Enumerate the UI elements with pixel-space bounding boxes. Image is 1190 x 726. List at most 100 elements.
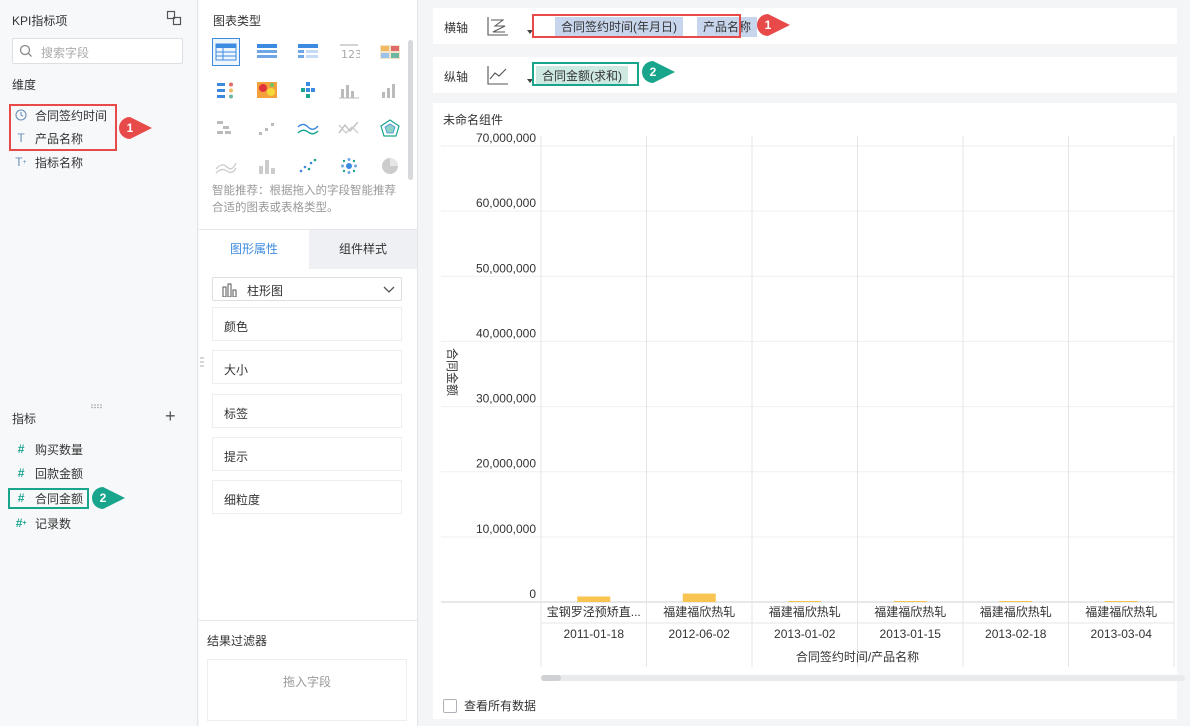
field-label: 产品名称 <box>35 131 84 146</box>
y-tick-label: 20,000,000 <box>476 457 536 471</box>
smart-recommend-hint: 智能推荐：根据拖入的字段智能推荐合适的图表或表格类型。 <box>212 185 396 214</box>
y-axis-title: 合同金额 <box>445 348 460 396</box>
chart-type-cross-table-icon[interactable] <box>294 38 322 66</box>
dimension-field-product-name[interactable]: T 产品名称 <box>14 128 83 148</box>
x-category-label: 福建福欣热轧 <box>663 604 735 619</box>
dimension-section-label: 维度 <box>12 78 37 92</box>
measure-field-payment-amount[interactable]: # 回款金额 <box>14 463 83 483</box>
x-date-label: 2013-01-15 <box>880 627 942 641</box>
chart-type-heatmap-icon[interactable] <box>253 76 281 104</box>
x-category-label: 福建福欣热轧 <box>874 604 946 619</box>
property-tooltip[interactable]: 提示 <box>212 437 402 471</box>
x-category-label: 福建福欣热轧 <box>980 604 1052 619</box>
chart-horizontal-scrollbar[interactable] <box>541 675 1185 681</box>
property-label[interactable]: 标签 <box>212 394 402 428</box>
chart-type-pie-icon[interactable] <box>376 152 404 180</box>
step-badge-1: 1 <box>118 116 154 140</box>
chart-type-group-table-icon[interactable] <box>253 38 281 66</box>
divider <box>199 620 417 621</box>
y-tick-label: 0 <box>529 587 536 601</box>
chart-type-line-icon[interactable] <box>294 114 322 142</box>
measure-field-purchase-qty[interactable]: # 购买数量 <box>14 439 83 459</box>
step-badge-2: 2 <box>91 486 127 510</box>
switch-dataset-icon[interactable] <box>166 10 182 26</box>
measure-field-record-count[interactable]: # + 记录数 <box>14 513 71 533</box>
chart-kind-select[interactable]: 柱形图 <box>212 277 402 301</box>
axis-line-icon[interactable] <box>487 65 509 85</box>
bar <box>788 601 822 602</box>
chart-type-dot-matrix-icon[interactable] <box>212 76 240 104</box>
chart-type-cross-icon[interactable] <box>294 76 322 104</box>
y-tick-label: 30,000,000 <box>476 392 536 406</box>
view-all-data-checkbox[interactable] <box>443 698 457 713</box>
x-axis-title: 合同签约时间/产品名称 <box>796 649 919 664</box>
chart-editor-area: 横轴 合同签约时间(年月日) 产品名称 1 纵轴 合同金额(求和) 2 未命名组… <box>419 0 1190 726</box>
x-date-label: 2013-02-18 <box>985 627 1047 641</box>
chart-type-bubble-icon[interactable] <box>335 152 363 180</box>
x-date-label: 2011-01-18 <box>564 627 625 641</box>
field-label: 指标名称 <box>35 155 84 170</box>
x-date-label: 2013-03-04 <box>1091 627 1153 641</box>
hash-icon: # <box>17 442 25 456</box>
chart-widget: 未命名组件 0 10,000,000 20,000,000 30,000,000 40,… <box>433 103 1185 719</box>
property-color[interactable]: 颜色 <box>212 307 402 341</box>
chart-type-box-gray-icon[interactable] <box>253 152 281 180</box>
chart-type-table-icon[interactable] <box>212 38 240 66</box>
search-input[interactable]: 搜索字段 <box>12 38 183 64</box>
fields-panel: KPI指标项 搜索字段 维度 合同签约时间 T 产品名称 T + 指标名称 1 指… <box>0 0 198 726</box>
bar <box>577 596 611 602</box>
panel-splitter-handle[interactable] <box>90 398 104 409</box>
chart-type-scatter-icon[interactable] <box>294 152 322 180</box>
y-axis-highlight-box <box>532 62 639 86</box>
panel-resize-grip[interactable] <box>200 356 204 370</box>
field-label: 购买数量 <box>35 442 84 457</box>
chart-type-polyline-gray-icon[interactable] <box>335 114 363 142</box>
chart-type-column-gray-icon[interactable] <box>376 76 404 104</box>
y-tick-label: 60,000,000 <box>476 196 536 210</box>
add-measure-icon[interactable]: + <box>165 407 176 425</box>
y-tick-label: 70,000,000 <box>476 131 536 145</box>
panel-title: KPI指标项 <box>12 14 68 28</box>
scrollbar-thumb[interactable] <box>541 675 561 681</box>
step-badge-1: 1 <box>756 13 792 37</box>
chart-type-step-icon[interactable] <box>253 114 281 142</box>
chart-type-area-gray-icon[interactable] <box>212 152 240 180</box>
hash-plus-icon: # + <box>15 516 27 530</box>
text-t-icon: T <box>17 131 25 145</box>
x-category-label: 福建福欣热轧 <box>1085 604 1157 619</box>
x-category-label: 宝钢罗泾预矫直... <box>547 604 641 619</box>
x-date-label: 2013-01-02 <box>774 627 836 641</box>
dimension-field-contract-time[interactable]: 合同签约时间 <box>14 105 107 125</box>
property-size[interactable]: 大小 <box>212 350 402 384</box>
x-axis-label: 横轴 <box>444 21 469 35</box>
x-category-label: 福建福欣热轧 <box>769 604 841 619</box>
chart-config-panel: 图表类型 123 智能推荐：根据拖入的字段智能推荐合适的图表或表格类型。 图形属… <box>199 0 418 726</box>
chart-kind-label: 柱形图 <box>247 284 284 298</box>
search-placeholder: 搜索字段 <box>41 46 90 60</box>
measure-field-contract-amount[interactable]: # 合同金额 <box>14 488 83 508</box>
measure-section-label: 指标 <box>12 412 37 426</box>
chart-type-kpi-icon[interactable] <box>376 38 404 66</box>
chart-type-waterfall-icon[interactable] <box>212 114 240 142</box>
property-tabs: 图形属性 组件样式 <box>199 229 417 269</box>
chart-type-number-icon[interactable]: 123 <box>335 38 363 66</box>
clock-icon <box>14 109 28 121</box>
property-granularity[interactable]: 细粒度 <box>212 480 402 514</box>
result-filter-dropzone[interactable]: 拖入字段 <box>207 659 407 721</box>
chart-type-title: 图表类型 <box>213 14 262 28</box>
svg-text:123: 123 <box>341 48 360 61</box>
dropzone-placeholder: 拖入字段 <box>282 675 331 689</box>
axis-scale-icon[interactable] <box>487 16 509 36</box>
chevron-down-icon <box>383 286 395 293</box>
tab-graphic-properties[interactable]: 图形属性 <box>199 230 309 269</box>
bar <box>682 593 716 602</box>
search-icon <box>19 44 32 57</box>
chart-type-radar-icon[interactable] <box>376 114 404 142</box>
view-all-data-row[interactable]: 查看所有数据 <box>443 697 536 714</box>
field-label: 合同金额 <box>35 491 84 506</box>
dimension-field-indicator-name[interactable]: T + 指标名称 <box>14 152 83 172</box>
tab-component-style[interactable]: 组件样式 <box>309 230 417 269</box>
chart-type-scrollbar[interactable] <box>408 40 413 180</box>
chart-type-bar-gray-icon[interactable] <box>335 76 363 104</box>
hash-icon: # <box>17 466 25 480</box>
